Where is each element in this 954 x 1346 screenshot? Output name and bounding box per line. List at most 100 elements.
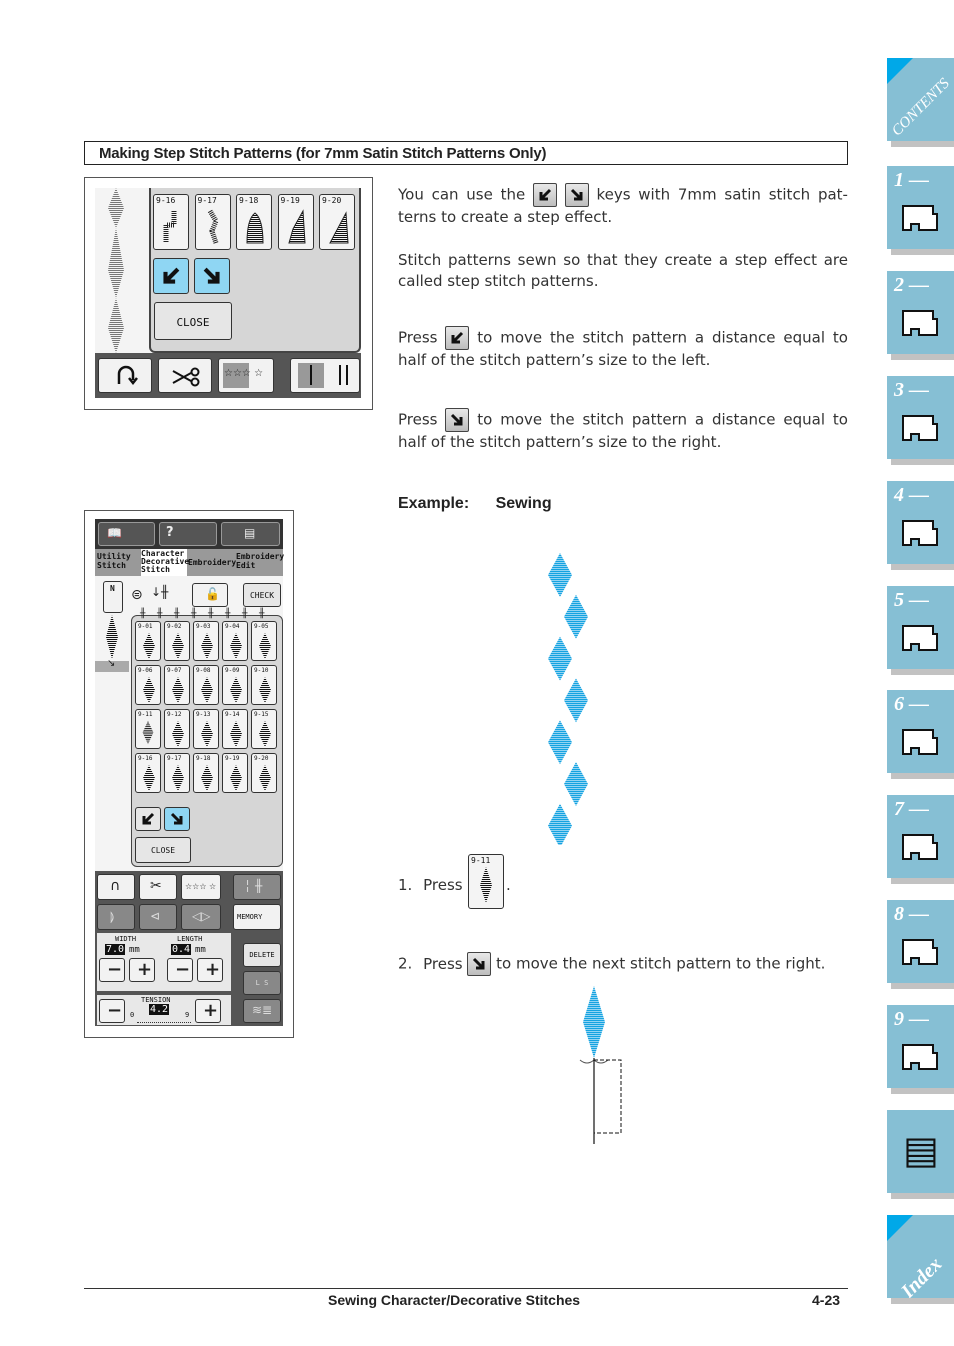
tab-embroidery[interactable]: Embroidery	[188, 558, 236, 567]
tab-shadow	[891, 1298, 954, 1304]
tab-chapter-4[interactable]: 4 —	[887, 481, 954, 564]
pattern-key[interactable]: 9-05	[251, 621, 277, 661]
pattern-key[interactable]: 9-07	[164, 665, 190, 705]
tab-chapter-3[interactable]: 3 —	[887, 376, 954, 459]
delete-button[interactable]: DELETE	[243, 943, 281, 967]
stitch-pattern-icon	[172, 765, 184, 791]
move-right-key[interactable]	[194, 258, 230, 294]
tab-chapter-9[interactable]: 9 —	[887, 1005, 954, 1088]
tab-shadow	[891, 459, 954, 465]
lcd-screen: CLOSE ☆☆☆ ☆ 9-16 9-17 9-18 9-19 9-20	[95, 188, 361, 398]
needle-drop-icon: ⊲	[150, 909, 161, 923]
pattern-key[interactable]: 9-03	[193, 621, 219, 661]
thread-cutter-button[interactable]: ✂	[139, 874, 177, 900]
step-stitch-example	[548, 553, 588, 845]
machine-help-button[interactable]: ?	[159, 522, 217, 546]
pattern-key[interactable]: 9-17	[194, 194, 231, 250]
pattern-key[interactable]: 9-19	[222, 753, 248, 793]
pattern-key[interactable]: 9-09	[222, 665, 248, 705]
intro-paragraph: You can use the keys with 7mm satin stit…	[398, 183, 848, 228]
top-icon-bar: 📖 ? ▤	[95, 519, 283, 549]
section-heading: Making Step Stitch Patterns (for 7mm Sat…	[84, 141, 848, 165]
tension-plus-button[interactable]: +	[195, 999, 221, 1023]
pattern-key[interactable]: 9-04	[222, 621, 248, 661]
pattern-key[interactable]: 9-18	[193, 753, 219, 793]
move-left-key[interactable]	[153, 258, 189, 294]
width-plus-button[interactable]: +	[129, 958, 155, 982]
length-minus-button[interactable]: −	[167, 958, 193, 982]
tab-chapter-6[interactable]: 6 —	[887, 690, 954, 773]
pattern-key[interactable]: 9-08	[193, 665, 219, 705]
tab-contents[interactable]: CONTENTS	[887, 58, 954, 141]
length-plus-button[interactable]: +	[197, 958, 223, 982]
move-right-key[interactable]	[164, 807, 190, 831]
arrow-down-left-icon	[449, 330, 465, 346]
ls-button: L S	[243, 971, 281, 995]
width-value: 7.0	[105, 944, 126, 955]
tension-minus-button[interactable]: −	[99, 999, 125, 1023]
step-definition-paragraph: Stitch patterns sewn so that they create…	[398, 251, 848, 290]
tab-chapter-7[interactable]: 7 —	[887, 795, 954, 878]
section-heading-text: Making Step Stitch Patterns (for 7mm Sat…	[99, 145, 547, 162]
pattern-key[interactable]: 9-13	[193, 709, 219, 749]
memory-button[interactable]: MEMORY	[233, 904, 281, 930]
stitch-preview-column	[108, 188, 124, 353]
pattern-key[interactable]: 9-20	[319, 194, 355, 250]
pattern-key[interactable]: 9-10	[251, 665, 277, 705]
stitch-pattern-icon	[259, 765, 271, 791]
pattern-key[interactable]: 9-20	[251, 753, 277, 793]
stitch-mode-button[interactable]: ☆☆☆ ☆	[181, 874, 221, 900]
tab-embroidery-edit[interactable]: Embroidery Edit	[236, 552, 284, 570]
close-button[interactable]: CLOSE	[135, 837, 191, 863]
length-value: 0.4	[171, 944, 192, 955]
lcd-full-screen: 📖 ? ▤ Utility Stitch Character Decorativ…	[95, 519, 284, 1026]
pattern-key[interactable]: 9-16	[135, 753, 161, 793]
stitch-pattern-icon	[201, 677, 213, 703]
tab-index[interactable]: Index	[887, 1215, 954, 1303]
pattern-key[interactable]: 9-16	[153, 194, 189, 250]
sewn-diamond	[583, 986, 605, 1058]
next-position-outline	[594, 1059, 622, 1134]
tab-chapter-2[interactable]: 2 —	[887, 271, 954, 354]
pattern-key[interactable]: 9-12	[164, 709, 190, 749]
thread-cutter-button[interactable]	[158, 358, 212, 393]
stitch-diamond	[548, 636, 572, 681]
document-button[interactable]: ▤	[221, 522, 280, 546]
tab-shadow	[891, 983, 954, 989]
pattern-key[interactable]: 9-19	[277, 194, 314, 250]
stitch-mode-button[interactable]: ☆☆☆ ☆	[218, 358, 274, 393]
pattern-key[interactable]: 9-11	[135, 709, 161, 749]
pattern-key[interactable]: 9-02	[164, 621, 190, 661]
shirt-decorative-icon	[897, 825, 945, 869]
pattern-key[interactable]: 9-01	[135, 621, 161, 661]
reverse-stitch-button[interactable]	[98, 358, 152, 393]
needle-icon	[310, 365, 348, 385]
tab-utility-stitch[interactable]: Utility Stitch	[97, 552, 139, 570]
help-book-button[interactable]: 📖	[98, 522, 155, 546]
corner-accent	[887, 58, 913, 84]
width-minus-button[interactable]: −	[99, 958, 125, 982]
pattern-key[interactable]: 9-15	[251, 709, 277, 749]
tab-chapter-1[interactable]: 1 —	[887, 166, 954, 249]
pattern-key[interactable]: 9-17	[164, 753, 190, 793]
tab-appendix[interactable]: ▤	[887, 1110, 954, 1193]
stitch-pattern-icon	[230, 633, 242, 659]
check-button[interactable]: CHECK	[243, 583, 281, 607]
stitch-pattern-icon	[201, 633, 213, 659]
close-button[interactable]: CLOSE	[154, 302, 232, 340]
tab-chapter-8[interactable]: 8 —	[887, 900, 954, 983]
tab-character-decorative[interactable]: Character Decorative Stitch	[141, 549, 189, 576]
pattern-key[interactable]: 9-14	[222, 709, 248, 749]
needle-mode-button[interactable]	[290, 358, 360, 393]
pattern-key[interactable]: 9-18	[236, 194, 272, 250]
stitch-pattern-icon	[287, 209, 306, 244]
tab-chapter-5[interactable]: 5 —	[887, 586, 954, 669]
pattern-key[interactable]: 9-06	[135, 665, 161, 705]
shirt-letters-icon	[897, 720, 945, 764]
scissors-icon: ✂	[150, 878, 162, 894]
move-left-key[interactable]	[135, 807, 161, 831]
tab-shadow	[891, 249, 954, 255]
stitch-pattern-icon	[143, 677, 155, 703]
reverse-stitch-button[interactable]: ∩	[97, 874, 135, 900]
lock-button[interactable]: 🔓	[192, 583, 228, 607]
